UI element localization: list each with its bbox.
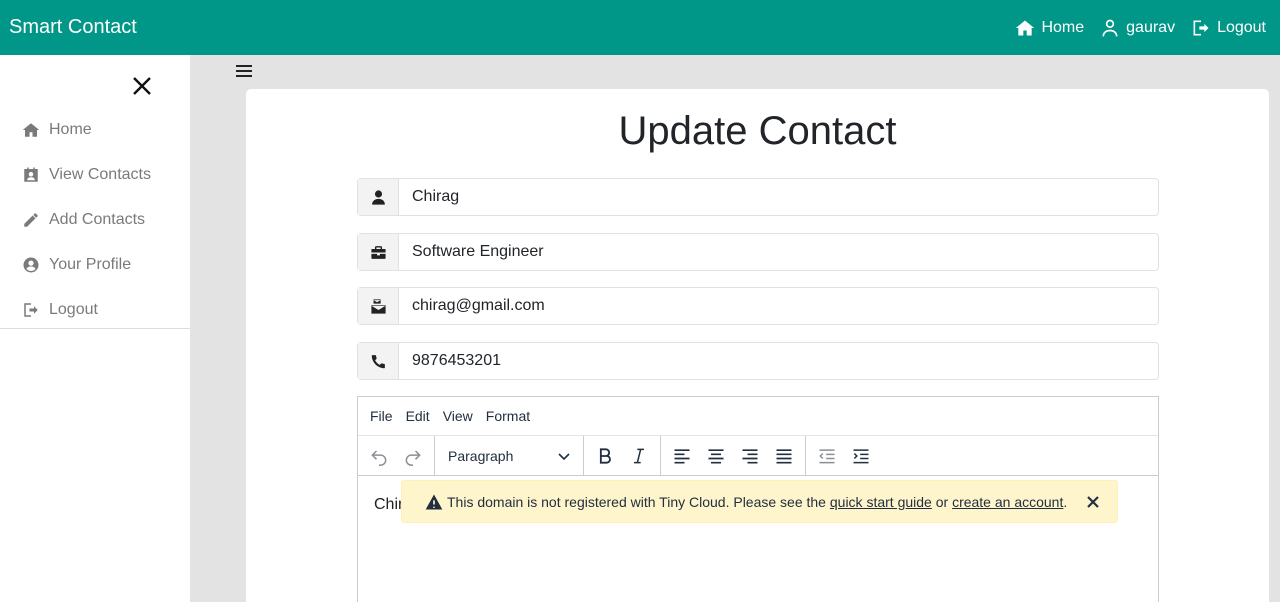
scrollbar[interactable] xyxy=(1270,55,1280,602)
align-center-button[interactable] xyxy=(699,439,733,473)
sidebar-item-add-contacts[interactable]: Add Contacts xyxy=(0,197,190,242)
align-right-button[interactable] xyxy=(733,439,767,473)
nav-links: Home gaurav Logout xyxy=(1015,18,1266,38)
notice-text-before: This domain is not registered with Tiny … xyxy=(447,493,826,510)
pencil-icon xyxy=(24,212,38,227)
address-card-icon xyxy=(24,167,38,182)
notice-text-mid: or xyxy=(935,493,949,510)
user-circle-icon xyxy=(23,257,39,272)
close-icon xyxy=(133,77,151,95)
person-icon xyxy=(358,179,399,215)
outdent-button[interactable] xyxy=(810,439,844,473)
name-field-group xyxy=(357,178,1159,216)
outdent-icon xyxy=(819,448,835,463)
nav-user-label: gaurav xyxy=(1126,18,1176,36)
editor-menubar: File Edit View Format xyxy=(358,397,1158,436)
user-icon xyxy=(1102,19,1118,36)
indent-group xyxy=(806,436,882,476)
update-contact-card: Update Contact File Edit View Format xyxy=(246,89,1269,602)
block-format-group: Paragraph xyxy=(435,435,584,476)
close-notification-icon[interactable] xyxy=(1083,492,1103,512)
sidebar-item-label: View Contacts xyxy=(49,165,151,183)
editor-toolbar: Paragraph xyxy=(358,435,1158,476)
menu-file[interactable]: File xyxy=(370,408,393,424)
align-left-icon xyxy=(674,448,690,463)
phone-field-group xyxy=(357,342,1159,380)
name-input[interactable] xyxy=(399,179,1158,215)
tiny-cloud-notification: This domain is not registered with Tiny … xyxy=(401,480,1118,523)
sidebar: Home View Contacts Add Contacts Your Pro… xyxy=(0,55,190,602)
briefcase-icon xyxy=(358,234,399,270)
redo-icon xyxy=(405,449,421,466)
home-icon xyxy=(1016,20,1035,35)
bold-button[interactable] xyxy=(588,439,622,473)
nav-logout-label: Logout xyxy=(1217,18,1266,36)
nav-home-link[interactable]: Home xyxy=(1015,18,1084,38)
sidebar-item-label: Home xyxy=(49,120,92,138)
align-right-icon xyxy=(742,448,758,463)
block-format-select[interactable]: Paragraph xyxy=(439,439,579,473)
menu-format[interactable]: Format xyxy=(486,408,530,424)
bold-icon xyxy=(599,447,611,464)
menu-toggle-icon[interactable] xyxy=(236,65,252,79)
editor-content-text: Chir xyxy=(374,496,404,513)
sidebar-item-logout[interactable]: Logout xyxy=(0,287,190,332)
sidebar-item-home[interactable]: Home xyxy=(0,107,190,152)
italic-icon xyxy=(634,448,644,463)
undo-button[interactable] xyxy=(362,439,396,473)
create-account-link[interactable]: create an account xyxy=(952,494,1063,510)
indent-icon xyxy=(853,448,869,463)
italic-button[interactable] xyxy=(622,439,656,473)
sidebar-item-view-contacts[interactable]: View Contacts xyxy=(0,152,190,197)
phone-input[interactable] xyxy=(399,343,1158,379)
sidebar-menu: Home View Contacts Add Contacts Your Pro… xyxy=(0,107,190,332)
menu-edit[interactable]: Edit xyxy=(406,408,430,424)
top-navbar: Smart Contact Home gaurav Logout xyxy=(0,0,1280,55)
brand-title[interactable]: Smart Contact xyxy=(9,16,137,39)
mail-bulk-icon xyxy=(358,288,399,324)
sidebar-divider xyxy=(0,328,190,329)
notification-message: This domain is not registered with Tiny … xyxy=(447,494,1067,510)
undo-icon xyxy=(371,449,387,466)
align-group xyxy=(661,435,806,476)
email-field-group xyxy=(357,287,1159,325)
align-center-icon xyxy=(708,448,724,463)
phone-icon xyxy=(358,343,399,379)
warning-icon xyxy=(425,494,443,509)
editor-content-area[interactable]: Chir This domain is not registered with … xyxy=(358,476,1158,534)
nav-logout-link[interactable]: Logout xyxy=(1191,18,1266,38)
logout-icon xyxy=(24,302,38,317)
sidebar-item-label: Your Profile xyxy=(49,255,132,273)
sidebar-close-button[interactable] xyxy=(131,75,153,97)
page-title: Update Contact xyxy=(618,109,897,153)
logout-icon xyxy=(1193,20,1209,35)
chevron-down-icon xyxy=(558,452,570,460)
redo-button[interactable] xyxy=(396,439,430,473)
align-justify-button[interactable] xyxy=(767,439,801,473)
nav-user-link[interactable]: gaurav xyxy=(1100,18,1175,38)
sidebar-item-label: Logout xyxy=(49,300,98,318)
sidebar-item-label: Add Contacts xyxy=(49,210,146,228)
notice-text-after: . xyxy=(1063,493,1068,510)
work-input[interactable] xyxy=(399,234,1158,270)
indent-button[interactable] xyxy=(844,439,878,473)
nav-home-label: Home xyxy=(1041,18,1085,36)
work-field-group xyxy=(357,233,1159,271)
align-justify-icon xyxy=(776,448,792,463)
format-group xyxy=(584,435,661,476)
history-group xyxy=(358,435,435,476)
home-icon xyxy=(22,122,40,137)
menu-view[interactable]: View xyxy=(443,408,473,424)
sidebar-item-your-profile[interactable]: Your Profile xyxy=(0,242,190,287)
description-editor: File Edit View Format Paragraph Chir Thi… xyxy=(357,396,1159,602)
align-left-button[interactable] xyxy=(665,439,699,473)
email-input[interactable] xyxy=(399,288,1158,324)
quick-start-guide-link[interactable]: quick start guide xyxy=(830,494,932,510)
block-format-value: Paragraph xyxy=(448,447,514,464)
